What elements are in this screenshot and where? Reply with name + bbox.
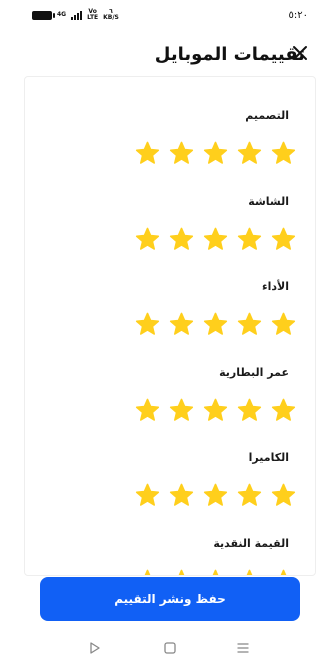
star-icon[interactable] (271, 227, 296, 252)
star-icon[interactable] (135, 227, 160, 252)
rating-label: الكاميرا (248, 451, 289, 464)
status-time: ٥:٢٠ (288, 10, 308, 21)
star-icon[interactable] (169, 398, 194, 423)
star-icon[interactable] (203, 483, 228, 508)
nav-back-button[interactable] (88, 640, 102, 654)
rating-label: التصميم (245, 109, 289, 122)
nav-bar (20, 636, 320, 661)
network-type: 4G (57, 11, 67, 18)
star-icon[interactable] (271, 569, 296, 577)
header: تقييمات الموبايل (20, 34, 320, 74)
star-rating (135, 483, 296, 508)
ratings-list: التصميم الشاشة الأداء عمر البطارية الكاميرا ا… (24, 76, 316, 576)
rating-label: عمر البطارية (219, 365, 289, 379)
star-icon[interactable] (169, 483, 194, 508)
close-icon (293, 46, 307, 60)
star-icon[interactable] (203, 398, 228, 423)
star-icon[interactable] (169, 569, 194, 577)
star-rating (135, 569, 296, 577)
star-icon[interactable] (135, 398, 160, 423)
volte-bottom: LTE (87, 14, 99, 21)
star-icon[interactable] (203, 227, 228, 252)
star-icon[interactable] (135, 569, 160, 577)
star-rating (135, 398, 296, 423)
star-icon[interactable] (237, 227, 262, 252)
star-icon[interactable] (135, 483, 160, 508)
screen: 4G Vo LTE ٦ KB/S ٥:٢٠ تقييمات الموبايل ا… (20, 0, 320, 667)
star-icon[interactable] (271, 312, 296, 337)
star-icon[interactable] (169, 312, 194, 337)
star-icon[interactable] (203, 569, 228, 577)
close-button[interactable] (291, 44, 309, 62)
star-rating (135, 141, 296, 166)
square-home-icon (164, 642, 176, 654)
speed-indicator: ٦ KB/S (103, 9, 119, 21)
star-icon[interactable] (271, 483, 296, 508)
rating-label: الشاشة (248, 194, 289, 208)
menu-lines-icon (237, 643, 249, 653)
star-icon[interactable] (271, 141, 296, 166)
rating-label: القيمة النقدية (213, 536, 289, 550)
nav-menu-button[interactable] (236, 640, 250, 654)
save-publish-button[interactable]: حفظ ونشر التقييم (40, 577, 300, 621)
star-icon[interactable] (271, 398, 296, 423)
triangle-back-icon (90, 642, 100, 654)
battery-icon (32, 10, 55, 20)
star-icon[interactable] (237, 483, 262, 508)
star-icon[interactable] (203, 141, 228, 166)
star-icon[interactable] (237, 141, 262, 166)
star-rating (135, 312, 296, 337)
rating-label: الأداء (261, 280, 289, 293)
star-icon[interactable] (203, 312, 228, 337)
nav-home-button[interactable] (163, 640, 177, 654)
star-icon[interactable] (169, 141, 194, 166)
star-icon[interactable] (135, 141, 160, 166)
speed-unit: KB/S (103, 14, 119, 21)
star-rating (135, 227, 296, 252)
star-icon[interactable] (135, 312, 160, 337)
signal-icon (71, 10, 83, 20)
page-title: تقييمات الموبايل (154, 43, 305, 65)
star-icon[interactable] (237, 312, 262, 337)
volte-indicator: Vo LTE (87, 9, 98, 21)
star-icon[interactable] (237, 398, 262, 423)
status-bar: 4G Vo LTE ٦ KB/S ٥:٢٠ (20, 0, 320, 30)
status-indicators: 4G Vo LTE ٦ KB/S (32, 9, 119, 21)
star-icon[interactable] (237, 569, 262, 577)
star-icon[interactable] (169, 227, 194, 252)
